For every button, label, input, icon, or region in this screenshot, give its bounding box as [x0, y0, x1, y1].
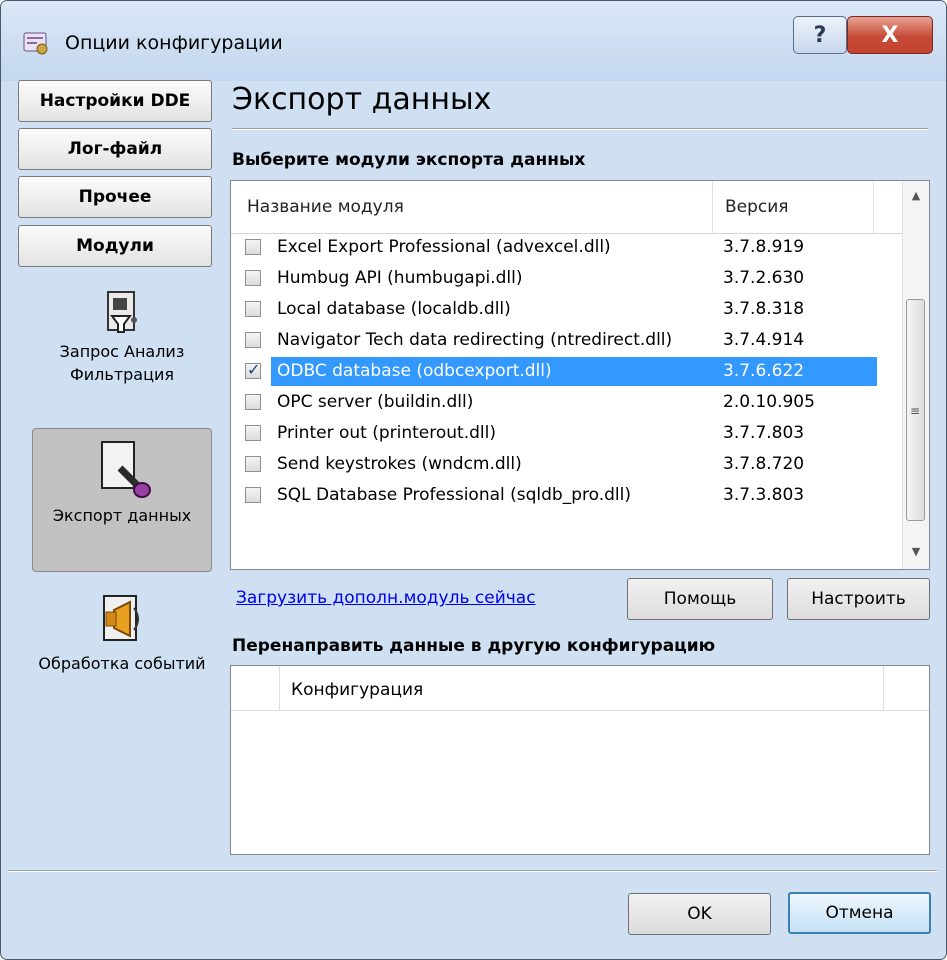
redirect-section-label: Перенаправить данные в другую конфигурац…: [232, 636, 716, 656]
module-version: 3.7.3.803: [723, 485, 805, 505]
module-name: OPC server (buildin.dll): [277, 392, 474, 412]
module-version: 2.0.10.905: [723, 392, 815, 412]
module-version: 3.7.2.630: [723, 268, 805, 288]
sidebar-item-export-content: Экспорт данных: [32, 440, 212, 527]
module-row[interactable]: Navigator Tech data redirecting (ntredir…: [231, 326, 903, 355]
export-data-icon: [101, 441, 151, 498]
grid-header: Конфигурация: [231, 666, 929, 711]
title-bar[interactable]: Опции конфигурации ? X: [1, 1, 946, 81]
column-divider: [279, 666, 280, 710]
nav-dde-settings-button[interactable]: Настройки DDE: [18, 80, 212, 122]
footer-divider: [8, 870, 937, 872]
sidebar-item-query-filter[interactable]: Запрос Анализ Фильтрация: [32, 290, 212, 386]
module-version: 3.7.4.914: [723, 330, 805, 350]
module-checkbox[interactable]: [245, 487, 261, 503]
sidebar-item-label: Запрос Анализ Фильтрация: [59, 342, 185, 384]
sidebar-item-label: Обработка событий: [38, 654, 206, 673]
nav-other-button[interactable]: Прочее: [18, 176, 212, 218]
help-button[interactable]: Помощь: [627, 578, 773, 620]
module-name: Navigator Tech data redirecting (ntredir…: [277, 330, 673, 350]
nav-log-file-button[interactable]: Лог-файл: [18, 128, 212, 170]
app-icon: [23, 32, 48, 55]
module-name: ODBC database (odbcexport.dll): [277, 361, 552, 381]
module-checkbox[interactable]: [245, 239, 261, 255]
module-checkbox[interactable]: [245, 332, 261, 348]
module-row[interactable]: SQL Database Professional (sqldb_pro.dll…: [231, 481, 903, 510]
scrollbar-thumb[interactable]: ≡: [906, 299, 925, 521]
cancel-button[interactable]: Отмена: [788, 892, 931, 934]
close-button[interactable]: X: [847, 16, 933, 54]
ok-button[interactable]: OK: [628, 893, 771, 935]
column-header-name[interactable]: Название модуля: [247, 197, 404, 217]
module-checkbox-checked[interactable]: [245, 360, 261, 379]
module-row[interactable]: Local database (localdb.dll) 3.7.8.318: [231, 295, 903, 324]
module-checkbox[interactable]: [245, 394, 261, 410]
module-name: Printer out (printerout.dll): [277, 423, 496, 443]
nav-modules-button[interactable]: Модули: [18, 225, 212, 267]
module-row[interactable]: Send keystrokes (wndcm.dll) 3.7.8.720: [231, 450, 903, 479]
event-processing-icon: [103, 595, 139, 641]
module-row[interactable]: OPC server (buildin.dll) 2.0.10.905: [231, 388, 903, 417]
window-title: Опции конфигурации: [65, 32, 283, 54]
module-version: 3.7.7.803: [723, 423, 805, 443]
scroll-down-arrow-icon[interactable]: ▼: [903, 539, 929, 565]
module-checkbox[interactable]: [245, 456, 261, 472]
download-module-link[interactable]: Загрузить дополн.модуль сейчас: [236, 588, 536, 608]
column-divider: [883, 666, 884, 710]
close-icon: X: [881, 22, 899, 48]
module-row-selected[interactable]: ODBC database (odbcexport.dll) 3.7.6.622: [231, 357, 903, 386]
module-version: 3.7.6.622: [723, 361, 805, 381]
module-name: Humbug API (humbugapi.dll): [277, 268, 523, 288]
module-row[interactable]: Humbug API (humbugapi.dll) 3.7.2.630: [231, 264, 903, 293]
module-name: Local database (localdb.dll): [277, 299, 511, 319]
module-checkbox[interactable]: [245, 425, 261, 441]
list-header: Название модуля Версия: [231, 181, 903, 234]
module-row[interactable]: Excel Export Professional (advexcel.dll)…: [231, 233, 903, 262]
module-version: 3.7.8.919: [723, 237, 805, 257]
module-checkbox[interactable]: [245, 301, 261, 317]
column-divider: [873, 181, 874, 233]
module-name: Excel Export Professional (advexcel.dll): [277, 237, 611, 257]
module-version: 3.7.8.720: [723, 454, 805, 474]
modules-section-label: Выберите модули экспорта данных: [232, 150, 586, 170]
column-header-version[interactable]: Версия: [725, 197, 789, 217]
help-icon: ?: [813, 22, 827, 48]
configurations-grid[interactable]: Конфигурация: [230, 665, 930, 855]
configure-button[interactable]: Настроить: [787, 578, 930, 620]
grip-icon: ≡: [910, 404, 921, 418]
page-title: Экспорт данных: [232, 82, 492, 117]
module-version: 3.7.8.318: [723, 299, 805, 319]
column-divider: [712, 181, 713, 233]
column-header-configuration[interactable]: Конфигурация: [291, 680, 423, 700]
module-name: SQL Database Professional (sqldb_pro.dll…: [277, 485, 632, 505]
help-title-button[interactable]: ?: [793, 16, 847, 54]
module-checkbox[interactable]: [245, 270, 261, 286]
modules-scrollbar[interactable]: ▲ ≡ ▼: [902, 181, 929, 569]
module-name: Send keystrokes (wndcm.dll): [277, 454, 522, 474]
sidebar-item-label: Экспорт данных: [52, 506, 192, 525]
module-row[interactable]: Printer out (printerout.dll) 3.7.7.803: [231, 419, 903, 448]
query-filter-icon: [107, 291, 137, 333]
export-modules-list[interactable]: Название модуля Версия Excel Export Prof…: [230, 180, 930, 570]
scroll-up-arrow-icon[interactable]: ▲: [903, 183, 929, 209]
sidebar-item-event-processing[interactable]: Обработка событий: [32, 592, 212, 675]
heading-divider: [232, 128, 928, 130]
